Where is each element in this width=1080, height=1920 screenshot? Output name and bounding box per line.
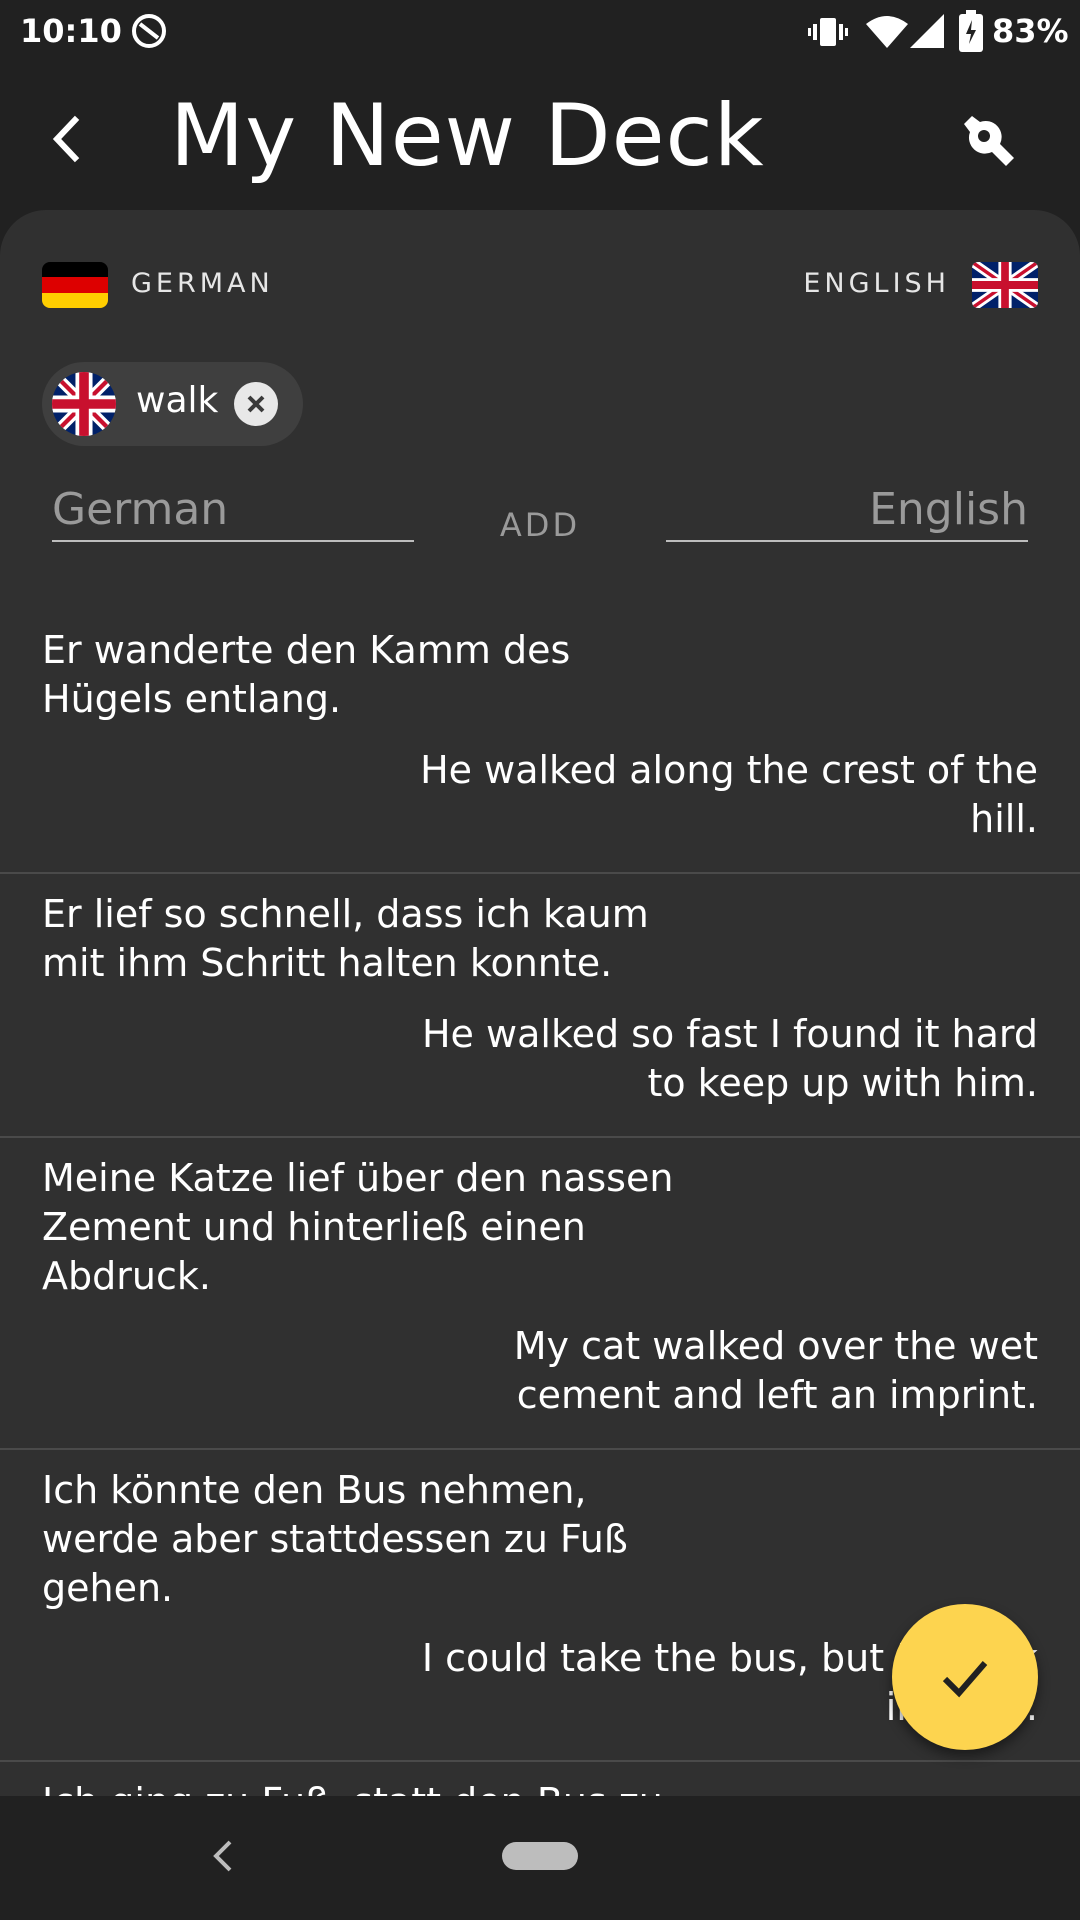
sync-icon xyxy=(132,14,166,48)
german-input-field xyxy=(52,478,414,542)
english-sentence: He walked along the crest of the hill. xyxy=(420,748,1038,841)
wrench-icon xyxy=(964,116,1014,166)
uk-flag-icon xyxy=(52,372,116,436)
list-item[interactable]: Er wanderte den Kamm des Hügels entlang.… xyxy=(0,610,1080,874)
navigation-bar xyxy=(0,1796,1080,1920)
deck-card: GERMAN ENGLISH walk ADD xyxy=(0,210,1080,1796)
german-input[interactable] xyxy=(52,478,414,540)
settings-button[interactable] xyxy=(948,100,1024,176)
page-title: My New Deck xyxy=(170,86,765,186)
vibrate-icon xyxy=(808,18,848,46)
target-language-label[interactable]: ENGLISH xyxy=(803,268,950,299)
checkmark-icon xyxy=(942,1661,988,1698)
status-bar: 10:10 83% xyxy=(0,0,1080,64)
german-sentence: Ich ging zu Fuß, statt den Bus zu xyxy=(42,1778,682,1796)
english-input-field xyxy=(666,478,1028,542)
english-sentence: My cat walked over the wet cement and le… xyxy=(513,1324,1038,1417)
battery-icon xyxy=(959,10,983,52)
signal-icon xyxy=(910,14,944,48)
filter-chip[interactable]: walk xyxy=(42,362,303,446)
germany-flag-icon xyxy=(42,262,108,308)
back-arrow-icon xyxy=(52,115,80,163)
list-item[interactable]: Er lief so schnell, dass ich kaum mit ih… xyxy=(0,874,1080,1138)
uk-flag-icon xyxy=(972,262,1038,308)
back-button[interactable] xyxy=(30,104,100,174)
german-sentence: Ich könnte den Bus nehmen, werde aber st… xyxy=(42,1468,628,1610)
german-sentence: Er wanderte den Kamm des Hügels entlang. xyxy=(42,628,571,721)
list-item[interactable]: Meine Katze lief über den nassen Zement … xyxy=(0,1138,1080,1450)
wifi-icon xyxy=(866,16,908,48)
list-item[interactable]: Ich ging zu Fuß, statt den Bus zu xyxy=(0,1762,1080,1796)
german-sentence: Er lief so schnell, dass ich kaum mit ih… xyxy=(42,892,649,985)
nav-back-icon[interactable] xyxy=(206,1836,240,1876)
language-row: GERMAN ENGLISH xyxy=(0,250,1080,310)
add-button[interactable]: ADD xyxy=(470,506,610,546)
source-language-label[interactable]: GERMAN xyxy=(131,268,274,299)
battery-percentage: 83% xyxy=(992,12,1069,50)
german-sentence: Meine Katze lief über den nassen Zement … xyxy=(42,1156,674,1298)
english-sentence: He walked so fast I found it hard to kee… xyxy=(421,1012,1038,1105)
confirm-button[interactable] xyxy=(892,1604,1038,1750)
english-input[interactable] xyxy=(666,478,1028,540)
app-bar: My New Deck xyxy=(0,64,1080,212)
status-time: 10:10 xyxy=(20,12,122,50)
filter-chip-label: walk xyxy=(136,380,219,421)
nav-home-pill[interactable] xyxy=(502,1842,578,1870)
close-icon[interactable] xyxy=(234,382,278,426)
